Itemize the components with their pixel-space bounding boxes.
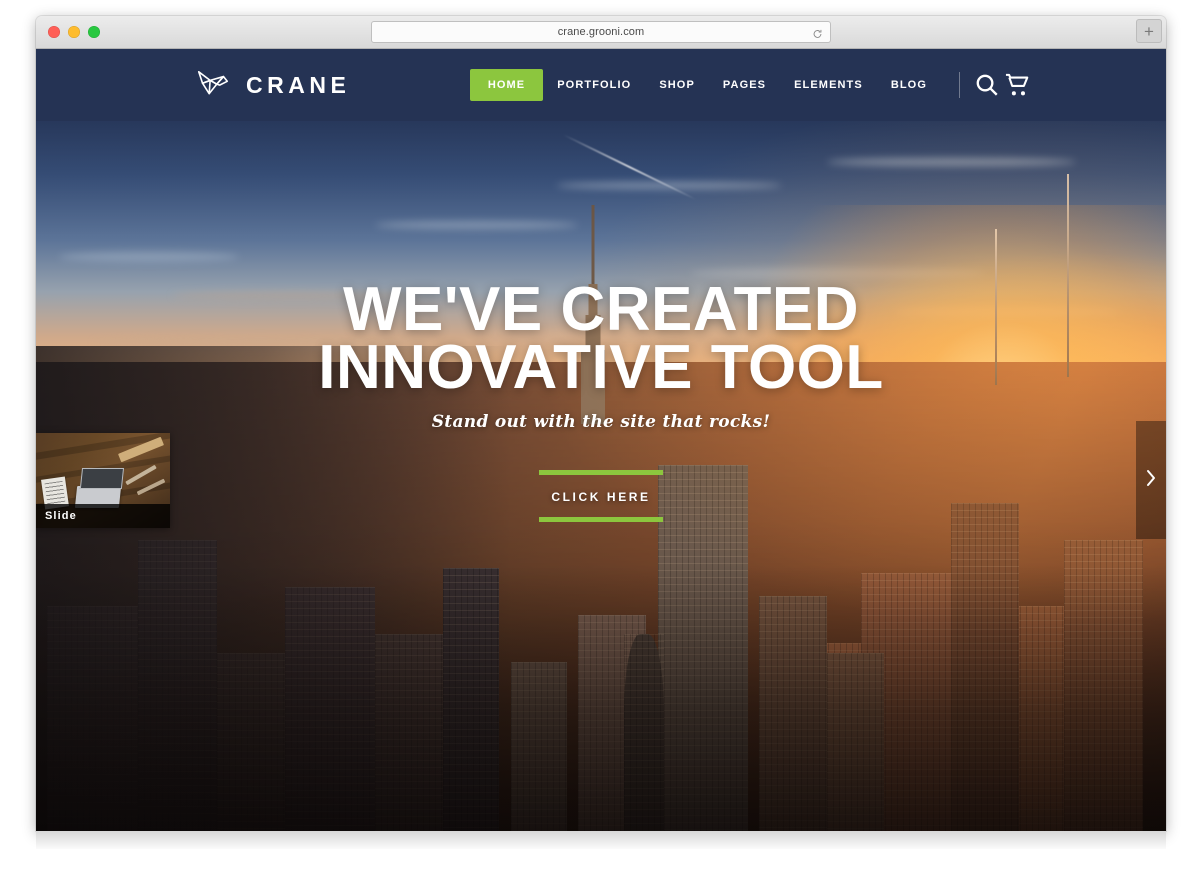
hero-cta-button[interactable]: CLICK HERE bbox=[539, 469, 663, 522]
url-text: crane.grooni.com bbox=[557, 26, 645, 38]
nav-divider bbox=[959, 72, 960, 98]
city-bottom-shadow bbox=[36, 565, 1166, 831]
brand-name: CRANE bbox=[246, 71, 351, 98]
slider-next-button[interactable] bbox=[1136, 421, 1166, 539]
slider-thumbnail[interactable]: Slide bbox=[36, 433, 170, 528]
minimize-window-button[interactable] bbox=[68, 26, 80, 38]
nav-item-blog[interactable]: BLOG bbox=[877, 70, 941, 100]
chevron-right-icon bbox=[1145, 468, 1157, 493]
brand-logo-link[interactable]: CRANE bbox=[194, 68, 350, 102]
nav-item-shop[interactable]: SHOP bbox=[645, 70, 709, 100]
hero-content: WE'VE CREATED INNOVATIVE TOOL Stand out … bbox=[36, 279, 1166, 522]
hero-headline-line-2: INNOVATIVE TOOL bbox=[318, 333, 884, 403]
slider-thumbnail-label-bar: Slide bbox=[36, 504, 170, 528]
new-tab-button[interactable]: + bbox=[1136, 19, 1162, 43]
search-icon[interactable] bbox=[974, 72, 1000, 98]
nav-item-portfolio[interactable]: PORTFOLIO bbox=[543, 70, 645, 100]
hero-subtitle: Stand out with the site that rocks! bbox=[431, 411, 771, 432]
nav-item-home[interactable]: HOME bbox=[469, 69, 544, 101]
maximize-window-button[interactable] bbox=[88, 26, 100, 38]
slider-thumbnail-label: Slide bbox=[45, 510, 77, 522]
main-navigation[interactable]: HOME PORTFOLIO SHOP PAGES ELEMENTS BLOG bbox=[469, 69, 1166, 101]
page-viewport: CRANE HOME PORTFOLIO SHOP PAGES ELEMENTS… bbox=[36, 49, 1166, 831]
cloud-streak bbox=[375, 221, 579, 230]
cta-label: CLICK HERE bbox=[551, 489, 651, 504]
close-window-button[interactable] bbox=[48, 26, 60, 38]
shopping-cart-icon[interactable] bbox=[1004, 72, 1030, 98]
origami-crane-logo-icon bbox=[194, 68, 232, 102]
nav-item-pages[interactable]: PAGES bbox=[709, 70, 780, 100]
cta-bottom-bar bbox=[539, 516, 663, 522]
window-controls[interactable] bbox=[48, 26, 100, 38]
address-bar[interactable]: crane.grooni.com bbox=[371, 21, 831, 43]
window-bottom-edge bbox=[36, 831, 1166, 849]
browser-window: crane.grooni.com + CRANE HOME PORTFOLIO … bbox=[36, 16, 1166, 831]
site-header: CRANE HOME PORTFOLIO SHOP PAGES ELEMENTS… bbox=[36, 49, 1166, 121]
desktop-backdrop: crane.grooni.com + CRANE HOME PORTFOLIO … bbox=[0, 0, 1200, 884]
browser-titlebar: crane.grooni.com + bbox=[36, 16, 1166, 49]
reload-icon[interactable] bbox=[812, 27, 823, 38]
hero-headline: WE'VE CREATED INNOVATIVE TOOL bbox=[36, 279, 1166, 403]
nav-item-elements[interactable]: ELEMENTS bbox=[780, 70, 877, 100]
